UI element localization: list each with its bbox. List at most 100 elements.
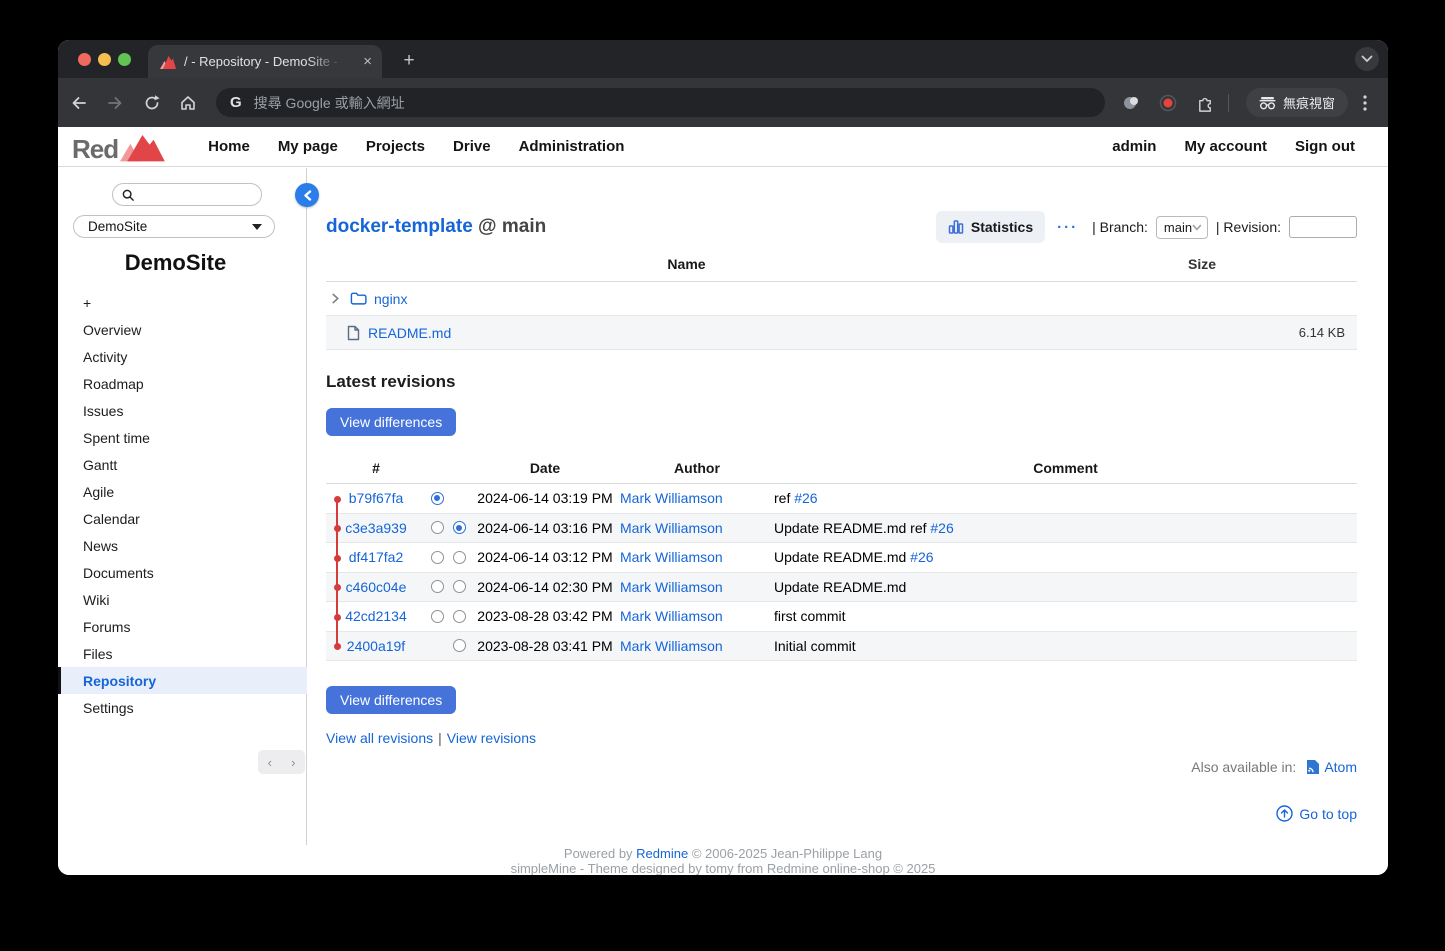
pager-next-icon[interactable]: ›	[282, 750, 306, 774]
nav-item-drive[interactable]: Drive	[453, 138, 491, 155]
window-minimize-button[interactable]	[98, 53, 111, 66]
revision-input[interactable]	[1289, 216, 1357, 238]
sidebar-item-news[interactable]: News	[58, 532, 307, 559]
redmine-logo[interactable]: Red	[72, 132, 168, 162]
footer-theme-credit: simpleMine - Theme designed by tomy from…	[58, 861, 1388, 875]
revision-author-link[interactable]: Mark Williamson	[620, 549, 723, 565]
revision-radio-from[interactable]	[431, 521, 444, 534]
sidebar-collapse-button[interactable]	[295, 183, 319, 207]
view-differences-button-bottom[interactable]: View differences	[326, 686, 456, 714]
sidebar-item-issues[interactable]: Issues	[58, 397, 307, 424]
revision-link[interactable]: b79f67fa	[349, 490, 404, 506]
nav-item-my-page[interactable]: My page	[278, 138, 338, 155]
nav-item-home[interactable]: Home	[208, 138, 250, 155]
extensions-puzzle-icon[interactable]	[1193, 91, 1217, 115]
nav-item-sign-out[interactable]: Sign out	[1295, 138, 1355, 155]
file-link[interactable]: README.md	[368, 325, 451, 341]
sidebar-item-calendar[interactable]: Calendar	[58, 505, 307, 532]
tab-search-button[interactable]	[1355, 47, 1379, 71]
revision-link[interactable]: c460c04e	[346, 579, 407, 595]
tab-close-icon[interactable]: ×	[363, 54, 372, 69]
extension-avatar-icon[interactable]	[1119, 91, 1143, 115]
sidebar-item-new[interactable]: +	[58, 289, 307, 316]
revision-comment: Update README.md #26	[774, 549, 1357, 565]
view-all-revisions-link[interactable]: View all revisions	[326, 730, 433, 746]
sidebar-item-activity[interactable]: Activity	[58, 343, 307, 370]
sidebar-pager: ‹ ›	[258, 750, 305, 774]
search-input[interactable]	[140, 187, 255, 202]
back-button[interactable]	[67, 91, 91, 115]
sidebar-search[interactable]	[112, 183, 262, 206]
folder-link[interactable]: nginx	[374, 291, 407, 307]
browser-menu-button[interactable]	[1353, 91, 1377, 115]
expander-chevron-icon[interactable]	[330, 293, 341, 304]
browser-tab[interactable]: / - Repository - DemoSite - d ×	[148, 45, 382, 78]
pager-prev-icon[interactable]: ‹	[258, 750, 282, 774]
sidebar-item-forums[interactable]: Forums	[58, 613, 307, 640]
nav-item-my-account[interactable]: My account	[1184, 138, 1267, 155]
revision-row: b79f67fa 2024-06-14 03:19 PM Mark Willia…	[326, 484, 1357, 514]
revision-author-link[interactable]: Mark Williamson	[620, 520, 723, 536]
revision-radio-from[interactable]	[431, 492, 444, 505]
footer-redmine-link[interactable]: Redmine	[636, 846, 688, 861]
revision-radio-to[interactable]	[453, 639, 466, 652]
revision-radio-to[interactable]	[453, 551, 466, 564]
revision-author-link[interactable]: Mark Williamson	[620, 638, 723, 654]
sidebar-item-overview[interactable]: Overview	[58, 316, 307, 343]
new-tab-button[interactable]: +	[396, 48, 422, 74]
go-to-top-link[interactable]: Go to top	[1299, 806, 1357, 822]
forward-button[interactable]	[103, 91, 127, 115]
issue-link[interactable]: #26	[794, 490, 817, 506]
mountain-logo-icon	[120, 132, 168, 162]
nav-item-projects[interactable]: Projects	[366, 138, 425, 155]
view-differences-button-top[interactable]: View differences	[326, 408, 456, 436]
latest-revisions-heading: Latest revisions	[326, 372, 1357, 392]
issue-link[interactable]: #26	[930, 520, 953, 536]
sidebar-item-spent-time[interactable]: Spent time	[58, 424, 307, 451]
revision-radio-from[interactable]	[431, 551, 444, 564]
home-button[interactable]	[176, 91, 200, 115]
record-icon[interactable]	[1156, 91, 1180, 115]
revision-radio-to[interactable]	[453, 580, 466, 593]
atom-link[interactable]: Atom	[1324, 759, 1357, 775]
sidebar-item-repository[interactable]: Repository	[58, 667, 307, 694]
chevron-down-icon	[1361, 55, 1373, 63]
revision-author-link[interactable]: Mark Williamson	[620, 579, 723, 595]
nav-item-administration[interactable]: Administration	[519, 138, 625, 155]
revision-link[interactable]: 2400a19f	[347, 638, 405, 654]
more-menu-button[interactable]: ···	[1057, 219, 1078, 236]
revision-author-link[interactable]: Mark Williamson	[620, 490, 723, 506]
branch-select[interactable]: main	[1156, 216, 1208, 239]
main-menu: Home My page Projects Drive Administrati…	[208, 138, 624, 155]
revision-radio-from[interactable]	[431, 610, 444, 623]
reload-button[interactable]	[140, 91, 164, 115]
view-revisions-link[interactable]: View revisions	[447, 730, 536, 746]
window-zoom-button[interactable]	[118, 53, 131, 66]
sidebar-item-documents[interactable]: Documents	[58, 559, 307, 586]
revision-radio-to[interactable]	[453, 610, 466, 623]
sidebar-item-roadmap[interactable]: Roadmap	[58, 370, 307, 397]
sidebar-item-files[interactable]: Files	[58, 640, 307, 667]
revision-link[interactable]: c3e3a939	[345, 520, 407, 536]
sidebar-item-agile[interactable]: Agile	[58, 478, 307, 505]
address-bar[interactable]: G 搜尋 Google 或輸入網址	[216, 88, 1105, 117]
revision-link[interactable]: df417fa2	[349, 549, 404, 565]
sidebar-item-wiki[interactable]: Wiki	[58, 586, 307, 613]
repo-name-link[interactable]: docker-template	[326, 216, 473, 237]
redmine-favicon-icon	[160, 55, 176, 69]
window-close-button[interactable]	[78, 53, 91, 66]
sidebar-item-gantt[interactable]: Gantt	[58, 451, 307, 478]
rev-header-date: Date	[470, 460, 620, 476]
revision-radio-from[interactable]	[431, 580, 444, 593]
incognito-badge[interactable]: 無痕視窗	[1246, 88, 1348, 117]
revision-radio-to[interactable]	[453, 521, 466, 534]
statistics-button[interactable]: Statistics	[936, 211, 1045, 243]
nav-item-admin[interactable]: admin	[1112, 138, 1156, 155]
revision-link[interactable]: 42cd2134	[345, 608, 407, 624]
issue-link[interactable]: #26	[910, 549, 933, 565]
revision-author-link[interactable]: Mark Williamson	[620, 608, 723, 624]
sidebar-item-settings[interactable]: Settings	[58, 694, 307, 721]
top-navigation: Red Home My page Projects Drive Administ…	[58, 127, 1388, 167]
logo-text: Red	[72, 136, 118, 162]
project-selector[interactable]: DemoSite	[73, 215, 275, 238]
